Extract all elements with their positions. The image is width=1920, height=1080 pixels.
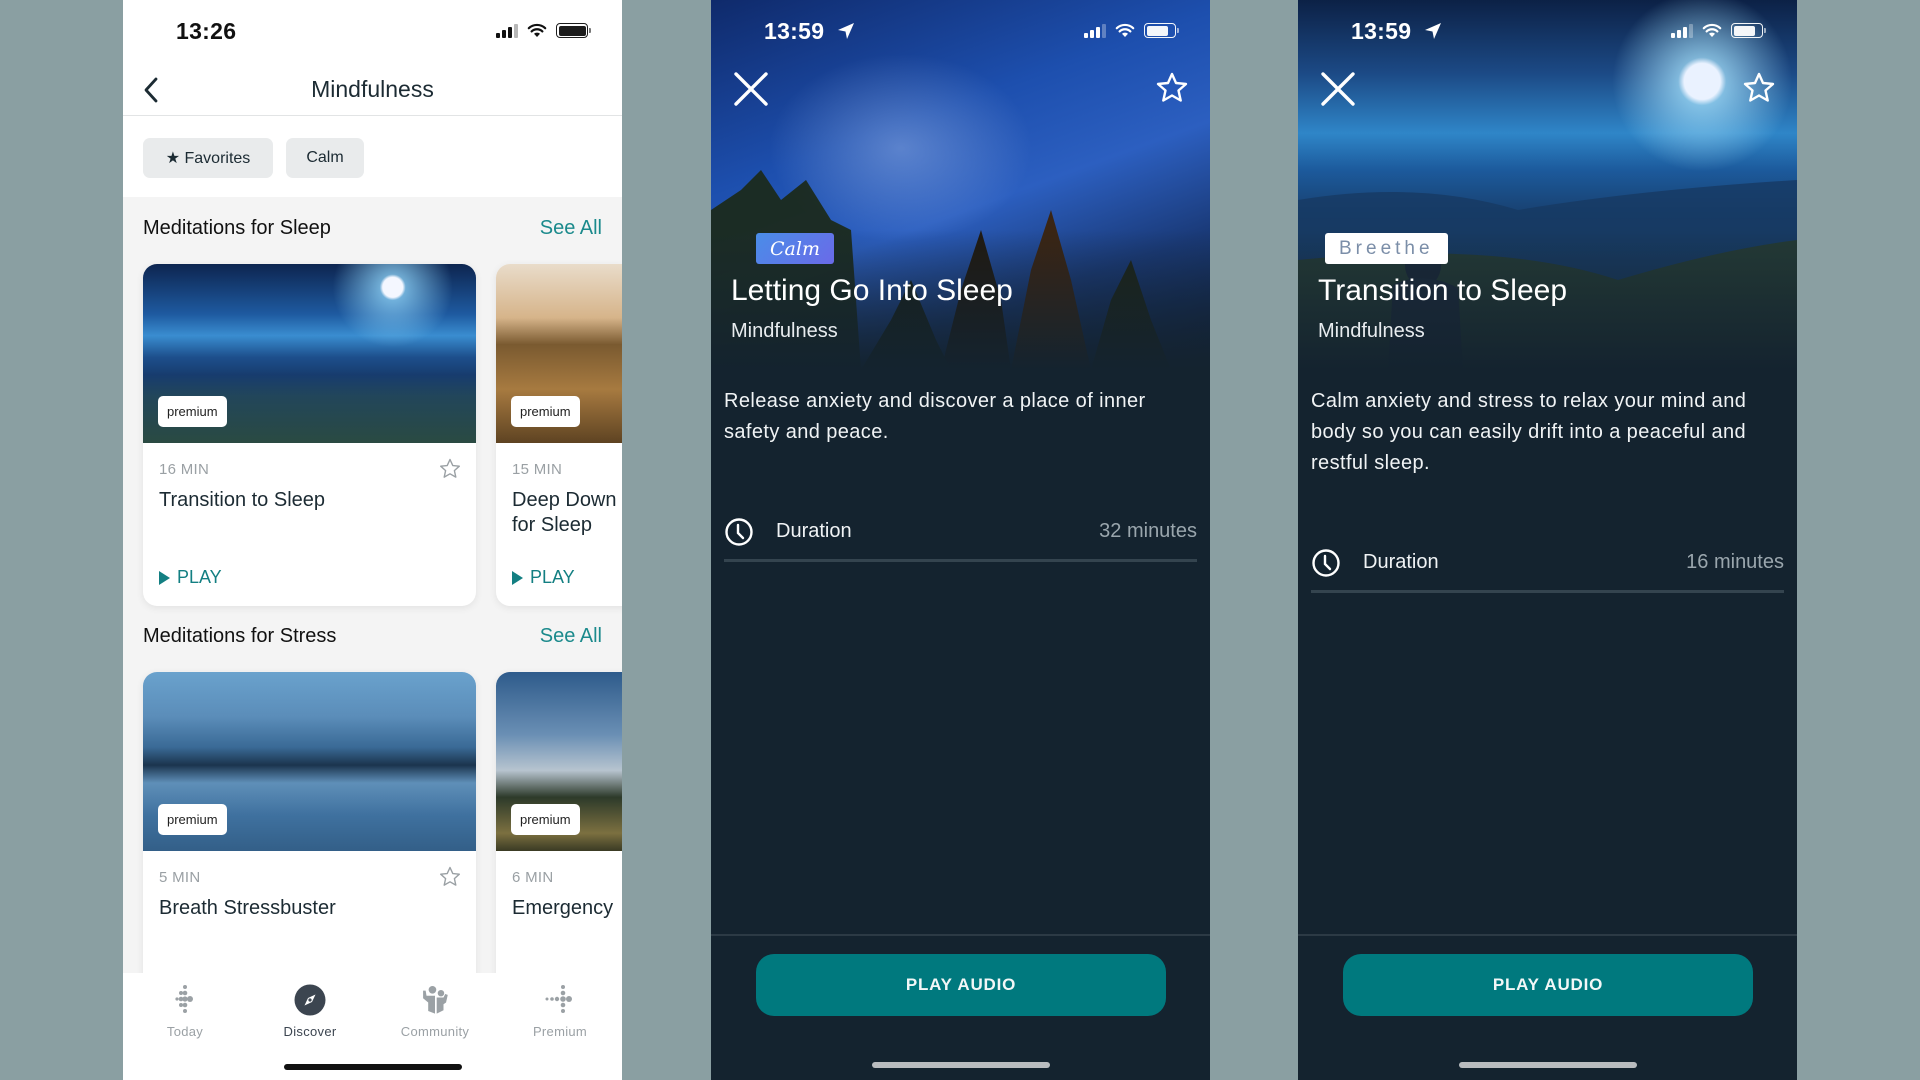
status-time: 13:59 xyxy=(1351,18,1412,44)
card-title: Breath Stressbuster xyxy=(159,897,336,919)
meditation-title: Letting Go Into Sleep xyxy=(731,274,1013,307)
see-all-link[interactable]: See All xyxy=(540,625,602,648)
premium-dots-icon xyxy=(545,985,572,1013)
card-duration: 16 MIN xyxy=(159,461,210,478)
favorites-filter-chip[interactable]: ★ Favorites xyxy=(143,138,273,178)
card-duration: 6 MIN xyxy=(512,869,554,886)
play-audio-button[interactable]: PLAY AUDIO xyxy=(756,954,1166,1016)
stress-section-header: Meditations for Stress See All xyxy=(143,625,602,655)
meditation-description: Calm anxiety and stress to relax your mi… xyxy=(1311,390,1747,474)
favorite-star-icon[interactable] xyxy=(438,457,462,481)
play-link[interactable]: PLAY xyxy=(159,567,222,588)
page-title: Mindfulness xyxy=(311,76,434,102)
duration-row: Duration 16 minutes xyxy=(1311,535,1784,593)
tab-today[interactable]: Today xyxy=(135,983,235,1039)
play-audio-button[interactable]: PLAY AUDIO xyxy=(1343,954,1753,1016)
tab-label: Discover xyxy=(283,1024,337,1039)
breethe-source-badge: Breethe xyxy=(1325,233,1448,264)
status-icons xyxy=(1084,23,1179,38)
status-time: 13:59 xyxy=(764,18,825,44)
duration-value: 16 minutes xyxy=(1686,551,1784,573)
tab-premium[interactable]: Premium xyxy=(510,983,610,1039)
favorite-star-icon[interactable] xyxy=(438,865,462,889)
close-button[interactable] xyxy=(1319,70,1357,108)
tab-discover[interactable]: Discover xyxy=(260,983,360,1039)
location-arrow-icon xyxy=(1425,23,1441,39)
home-indicator xyxy=(871,1062,1050,1068)
cellular-signal-icon xyxy=(1084,23,1106,38)
card-duration: 15 MIN xyxy=(512,461,563,478)
mindfulness-list-screen: 13:26 Mindfulness ★ Favorites Calm Medit… xyxy=(123,0,622,1080)
calm-filter-chip[interactable]: Calm xyxy=(286,138,364,178)
tab-community[interactable]: Community xyxy=(385,983,485,1039)
meditation-card[interactable]: premium 16 MIN Transition to Sleep PLAY xyxy=(143,264,476,606)
footer-divider xyxy=(711,934,1210,936)
duration-label: Duration xyxy=(1363,551,1439,573)
card-title: Emergency xyxy=(512,897,614,919)
community-icon xyxy=(423,985,448,1014)
footer-divider xyxy=(1298,934,1797,936)
duration-row: Duration 32 minutes xyxy=(724,504,1197,562)
section-title: Meditations for Sleep xyxy=(143,217,331,239)
premium-badge: premium xyxy=(511,804,580,835)
calm-source-badge: Calm xyxy=(756,233,834,264)
home-indicator xyxy=(283,1064,462,1070)
wifi-icon xyxy=(1702,23,1722,37)
content-scroll-area[interactable]: Meditations for Sleep See All premium 16… xyxy=(123,197,622,973)
status-icons xyxy=(496,23,591,38)
fitbit-dots-icon xyxy=(175,985,193,1013)
cellular-signal-icon xyxy=(496,23,518,38)
duration-value: 32 minutes xyxy=(1099,520,1197,542)
status-time: 13:26 xyxy=(176,18,237,44)
battery-icon xyxy=(1731,23,1766,38)
section-title: Meditations for Stress xyxy=(143,625,337,647)
play-label: PLAY xyxy=(530,567,575,587)
status-bar: 13:59 xyxy=(1298,0,1797,66)
status-bar: 13:26 xyxy=(123,0,622,66)
premium-badge: premium xyxy=(158,396,227,427)
wifi-icon xyxy=(527,23,547,37)
favorite-star-button[interactable] xyxy=(1742,71,1776,105)
status-bar: 13:59 xyxy=(711,0,1210,66)
play-icon xyxy=(512,570,523,585)
meditation-category: Mindfulness xyxy=(1318,320,1425,342)
compass-icon xyxy=(294,984,326,1016)
clock-icon xyxy=(725,517,753,546)
battery-icon xyxy=(1144,23,1179,38)
tab-label: Community xyxy=(400,1024,470,1039)
tab-label: Premium xyxy=(532,1024,588,1039)
play-label: PLAY xyxy=(177,567,222,587)
favorite-star-button[interactable] xyxy=(1155,71,1189,105)
card-title: Transition to Sleep xyxy=(159,489,326,511)
battery-icon xyxy=(556,23,591,38)
meditation-title: Transition to Sleep xyxy=(1318,274,1568,307)
navigation-bar: Mindfulness xyxy=(123,66,622,116)
bottom-tab-bar: Today Discover Community Premium xyxy=(123,973,622,1080)
home-indicator xyxy=(1458,1062,1637,1068)
meditation-card[interactable]: premium 6 MIN Emergency xyxy=(496,672,622,973)
cellular-signal-icon xyxy=(1671,23,1693,38)
clock-icon xyxy=(1312,548,1340,577)
premium-badge: premium xyxy=(158,804,227,835)
premium-badge: premium xyxy=(511,396,580,427)
card-title: Deep Down for Sleep xyxy=(512,489,617,536)
filter-chips: ★ Favorites Calm xyxy=(123,117,622,197)
meditation-detail-screen: 13:59 Calm Letting Go Into Sleep Mindful… xyxy=(711,0,1210,1080)
status-icons xyxy=(1671,23,1766,38)
wifi-icon xyxy=(1115,23,1135,37)
meditation-description: Release anxiety and discover a place of … xyxy=(724,390,1146,443)
meditation-card[interactable]: premium 15 MIN Deep Down for Sleep PLAY xyxy=(496,264,622,606)
play-link[interactable]: PLAY xyxy=(512,567,575,588)
play-icon xyxy=(159,570,170,585)
meditation-category: Mindfulness xyxy=(731,320,838,342)
close-button[interactable] xyxy=(732,70,770,108)
card-duration: 5 MIN xyxy=(159,869,201,886)
tab-label: Today xyxy=(166,1024,204,1039)
sleep-section-header: Meditations for Sleep See All xyxy=(143,217,602,247)
location-arrow-icon xyxy=(838,23,854,39)
see-all-link[interactable]: See All xyxy=(540,217,602,240)
duration-label: Duration xyxy=(776,520,852,542)
meditation-card[interactable]: premium 5 MIN Breath Stressbuster xyxy=(143,672,476,973)
meditation-detail-screen: 13:59 Breethe Transition to Sleep Mindfu… xyxy=(1298,0,1797,1080)
